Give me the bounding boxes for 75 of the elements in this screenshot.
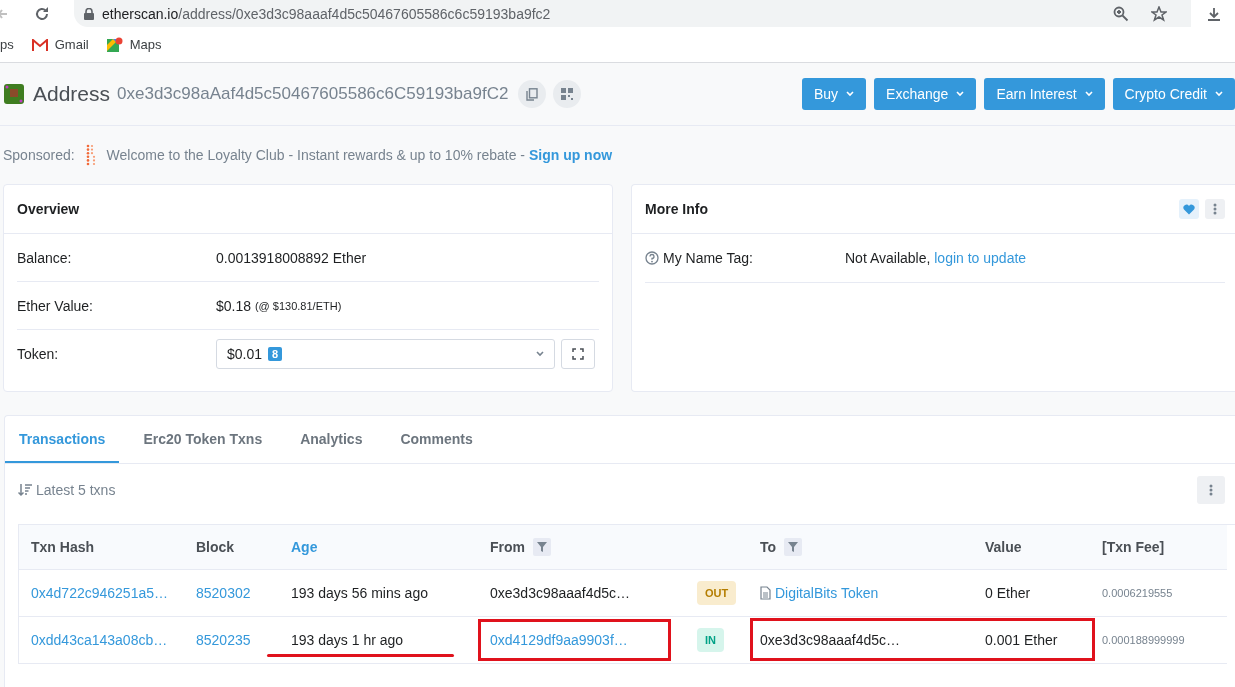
- map-icon: [106, 36, 123, 53]
- column-header: Txn Hash: [19, 525, 184, 570]
- chevron-down-icon: [846, 91, 855, 97]
- qr-code-icon[interactable]: [553, 80, 582, 108]
- tab[interactable]: Transactions: [5, 416, 120, 463]
- sort-icon: [18, 483, 32, 497]
- tab[interactable]: Comments: [386, 416, 487, 463]
- field-label: My Name Tag:: [663, 250, 753, 266]
- to-address-link[interactable]: DigitalBits Token: [775, 585, 879, 601]
- field-value: $0.18: [216, 297, 252, 314]
- token-dropdown[interactable]: $0.01 8: [216, 338, 555, 369]
- menu-button[interactable]: Buy: [801, 78, 867, 110]
- block-link[interactable]: 8520235: [196, 632, 251, 648]
- menu-button[interactable]: Earn Interest: [984, 78, 1105, 110]
- direction-badge: OUT: [697, 581, 737, 605]
- bookmark[interactable]: Gmail: [31, 37, 89, 52]
- address-hash: 0xe3d3c98aAaf4d5c50467605586c6C59193ba9fC2: [117, 84, 509, 104]
- copy-icon[interactable]: [518, 80, 547, 108]
- filter-icon[interactable]: [784, 538, 803, 556]
- txn-hash-link[interactable]: 0x4d722c946251a5…: [31, 585, 168, 601]
- value-text: 0 Ether: [985, 585, 1031, 601]
- fee-text: 0.000188999999: [1102, 634, 1185, 646]
- column-header[interactable]: Age: [279, 525, 478, 570]
- chevron-down-icon: [1215, 91, 1223, 97]
- txn-hash-link[interactable]: 0xdd43ca143a08cb…: [31, 632, 168, 648]
- field-label: Ether Value:: [17, 297, 94, 314]
- block-link[interactable]: 8520302: [196, 585, 251, 601]
- zoom-icon[interactable]: [1113, 5, 1129, 22]
- login-link[interactable]: login to update: [934, 250, 1027, 266]
- document-icon: [760, 586, 771, 600]
- chevron-down-icon: [956, 91, 965, 97]
- chevron-down-icon: [1084, 91, 1093, 97]
- tab[interactable]: Analytics: [286, 416, 377, 463]
- age-text: 193 days 1 hr ago: [291, 632, 404, 648]
- to-address: 0xe3d3c98aaaf4d5c…: [760, 632, 901, 648]
- filter-icon[interactable]: [533, 538, 551, 556]
- column-header: From: [478, 525, 748, 570]
- page-title: Address: [33, 82, 111, 106]
- menu-button[interactable]: Crypto Credit: [1112, 78, 1235, 110]
- field-label: Balance:: [17, 249, 73, 266]
- expand-icon[interactable]: [561, 338, 595, 369]
- column-header: [Txn Fee]: [1090, 525, 1227, 570]
- card-title: Overview: [17, 201, 80, 217]
- fee-text: 0.0006219555: [1102, 587, 1173, 599]
- column-header: Value: [973, 525, 1090, 570]
- field-label: Token:: [17, 345, 60, 362]
- help-icon: [645, 251, 659, 265]
- age-text: 193 days 56 mins ago: [291, 585, 428, 601]
- field-value: Not Available, login to update: [845, 250, 1027, 266]
- card-title: More Info: [645, 201, 708, 217]
- more-icon[interactable]: [1205, 199, 1225, 219]
- menu-button[interactable]: Exchange: [874, 78, 977, 110]
- from-address-link[interactable]: 0xd4129df9aa9903f…: [490, 632, 628, 648]
- sponsored-text: Welcome to the Loyalty Club - Instant rewards & up to 10% rebate - Sign up now: [106, 147, 613, 163]
- direction-badge: IN: [697, 628, 724, 652]
- column-header: To: [748, 525, 973, 570]
- chevron-down-icon: [536, 350, 544, 357]
- mail-icon: [31, 38, 48, 51]
- address-bar[interactable]: etherscan.io/address/0xe3d3c98aaaf4d5c50467605586c6c59193ba9fc2: [74, 0, 1191, 27]
- identicon: [4, 84, 24, 104]
- reload-icon[interactable]: [34, 5, 50, 22]
- from-address: 0xe3d3c98aaaf4d5c…: [490, 585, 631, 601]
- sponsored-label: Sponsored:: [3, 147, 75, 163]
- tab[interactable]: Erc20 Token Txns: [129, 416, 277, 463]
- txn-count: Latest 5 txns: [36, 482, 116, 498]
- sign-up-link[interactable]: Sign up now: [528, 147, 613, 163]
- lock-icon: [84, 7, 94, 20]
- field-value: 0.0013918008892 Ether: [216, 249, 367, 266]
- column-header: Block: [184, 525, 279, 570]
- download-icon[interactable]: [1207, 6, 1221, 21]
- price-note: (@ $130.81/ETH): [254, 299, 342, 312]
- star-icon[interactable]: [1151, 5, 1167, 22]
- bookmark[interactable]: Maps: [106, 36, 162, 53]
- bookmark[interactable]: ps: [0, 37, 14, 52]
- value-text: 0.001 Ether: [985, 632, 1058, 648]
